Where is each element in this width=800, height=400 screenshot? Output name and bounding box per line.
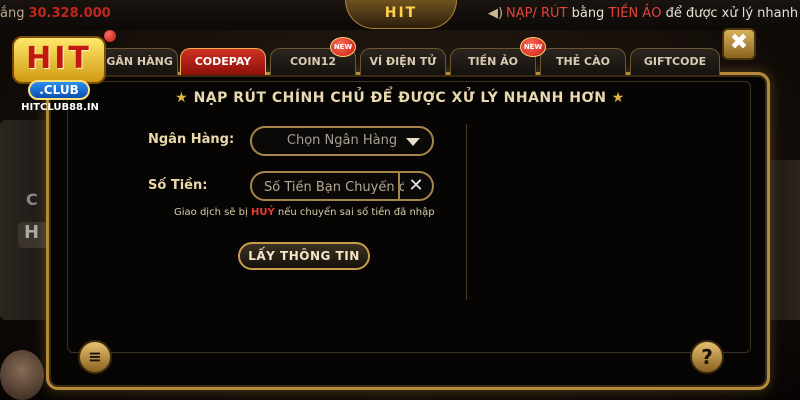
top-bar: ắng 30.328.000 HIT ◀) NẠP/ RÚT bằng TIỀN … — [0, 0, 800, 30]
help-button[interactable]: ? — [690, 340, 724, 374]
top-logo: HIT — [345, 0, 457, 29]
tab-label: THẺ CÀO — [556, 55, 610, 68]
star-icon: ★ — [611, 90, 625, 106]
avatar — [0, 350, 44, 400]
warning-note: Giao dịch sẽ bị HUỶ nếu chuyển sai số ti… — [174, 207, 435, 218]
background-text: C — [26, 190, 38, 209]
marquee-highlight: NẠP/ RÚT — [506, 6, 568, 21]
divider — [466, 124, 467, 300]
close-icon: ✖ — [729, 30, 749, 55]
amount-field: ✕ — [250, 171, 434, 201]
bank-select-value: Chọn Ngân Hàng — [286, 133, 398, 148]
note-text: nếu chuyển sai số tiền đã nhập — [274, 207, 435, 218]
close-button[interactable]: ✖ — [722, 28, 756, 60]
tab-giftcode[interactable]: GIFTCODE — [630, 48, 720, 75]
amount-label: Số Tiền: — [148, 178, 208, 193]
announcement-marquee: NẠP/ RÚT bằng TIỀN ẢO để được xử lý nhan… — [506, 6, 800, 21]
new-badge: NEW — [330, 37, 356, 57]
star-icon: ★ — [175, 90, 189, 106]
logo-ball-icon — [104, 30, 116, 42]
balance-value: 30.328.000 — [28, 6, 111, 21]
tab-label: COIN12 — [289, 55, 337, 68]
balance-label: ắng — [0, 6, 25, 21]
note-text: Giao dịch sẽ bị — [174, 207, 251, 218]
marquee-text: để được xử lý nhanh hơn — [665, 6, 800, 21]
bank-select[interactable]: Chọn Ngân Hàng — [250, 126, 434, 156]
chevron-down-icon — [406, 138, 420, 146]
speaker-icon: ◀) — [488, 6, 504, 21]
hitclub-logo: HIT .CLUB HITCLUB88.IN — [6, 26, 116, 118]
logo-site: HITCLUB88.IN — [21, 102, 99, 113]
tab-label: CODEPAY — [194, 55, 252, 68]
tab-label: TIỀN ẢO — [467, 55, 518, 68]
history-button[interactable]: ≡ — [78, 340, 112, 374]
note-warning: HUỶ — [250, 207, 275, 218]
deposit-dialog — [46, 72, 770, 390]
tab-label: VÍ ĐIỆN TỬ — [369, 55, 437, 68]
logo-hit: HIT — [12, 36, 106, 84]
marquee-mid: bằng — [567, 6, 609, 21]
heading-text: NẠP RÚT CHÍNH CHỦ ĐỂ ĐƯỢC XỬ LÝ NHANH HƠ… — [193, 90, 607, 106]
balance-display: ắng 30.328.000 — [0, 6, 111, 21]
tab-codepay[interactable]: CODEPAY — [180, 48, 266, 75]
tab-card[interactable]: THẺ CÀO — [540, 48, 626, 75]
get-info-button[interactable]: LẤY THÔNG TIN — [238, 242, 370, 270]
history-icon: ≡ — [88, 347, 102, 366]
amount-input[interactable] — [262, 175, 406, 199]
clear-button[interactable]: ✕ — [398, 173, 432, 199]
bank-label: Ngân Hàng: — [148, 132, 235, 147]
new-badge: NEW — [520, 37, 546, 57]
close-icon: ✕ — [408, 175, 424, 196]
top-logo-text: HIT — [384, 5, 418, 21]
tab-label: GIFTCODE — [643, 55, 707, 68]
logo-club: .CLUB — [28, 80, 90, 100]
marquee-highlight-2: TIỀN ẢO — [608, 6, 662, 21]
help-icon: ? — [701, 345, 713, 369]
dialog-heading: ★ NẠP RÚT CHÍNH CHỦ ĐỂ ĐƯỢC XỬ LÝ NHANH … — [150, 90, 650, 106]
tab-e-wallet[interactable]: VÍ ĐIỆN TỬ — [360, 48, 446, 75]
